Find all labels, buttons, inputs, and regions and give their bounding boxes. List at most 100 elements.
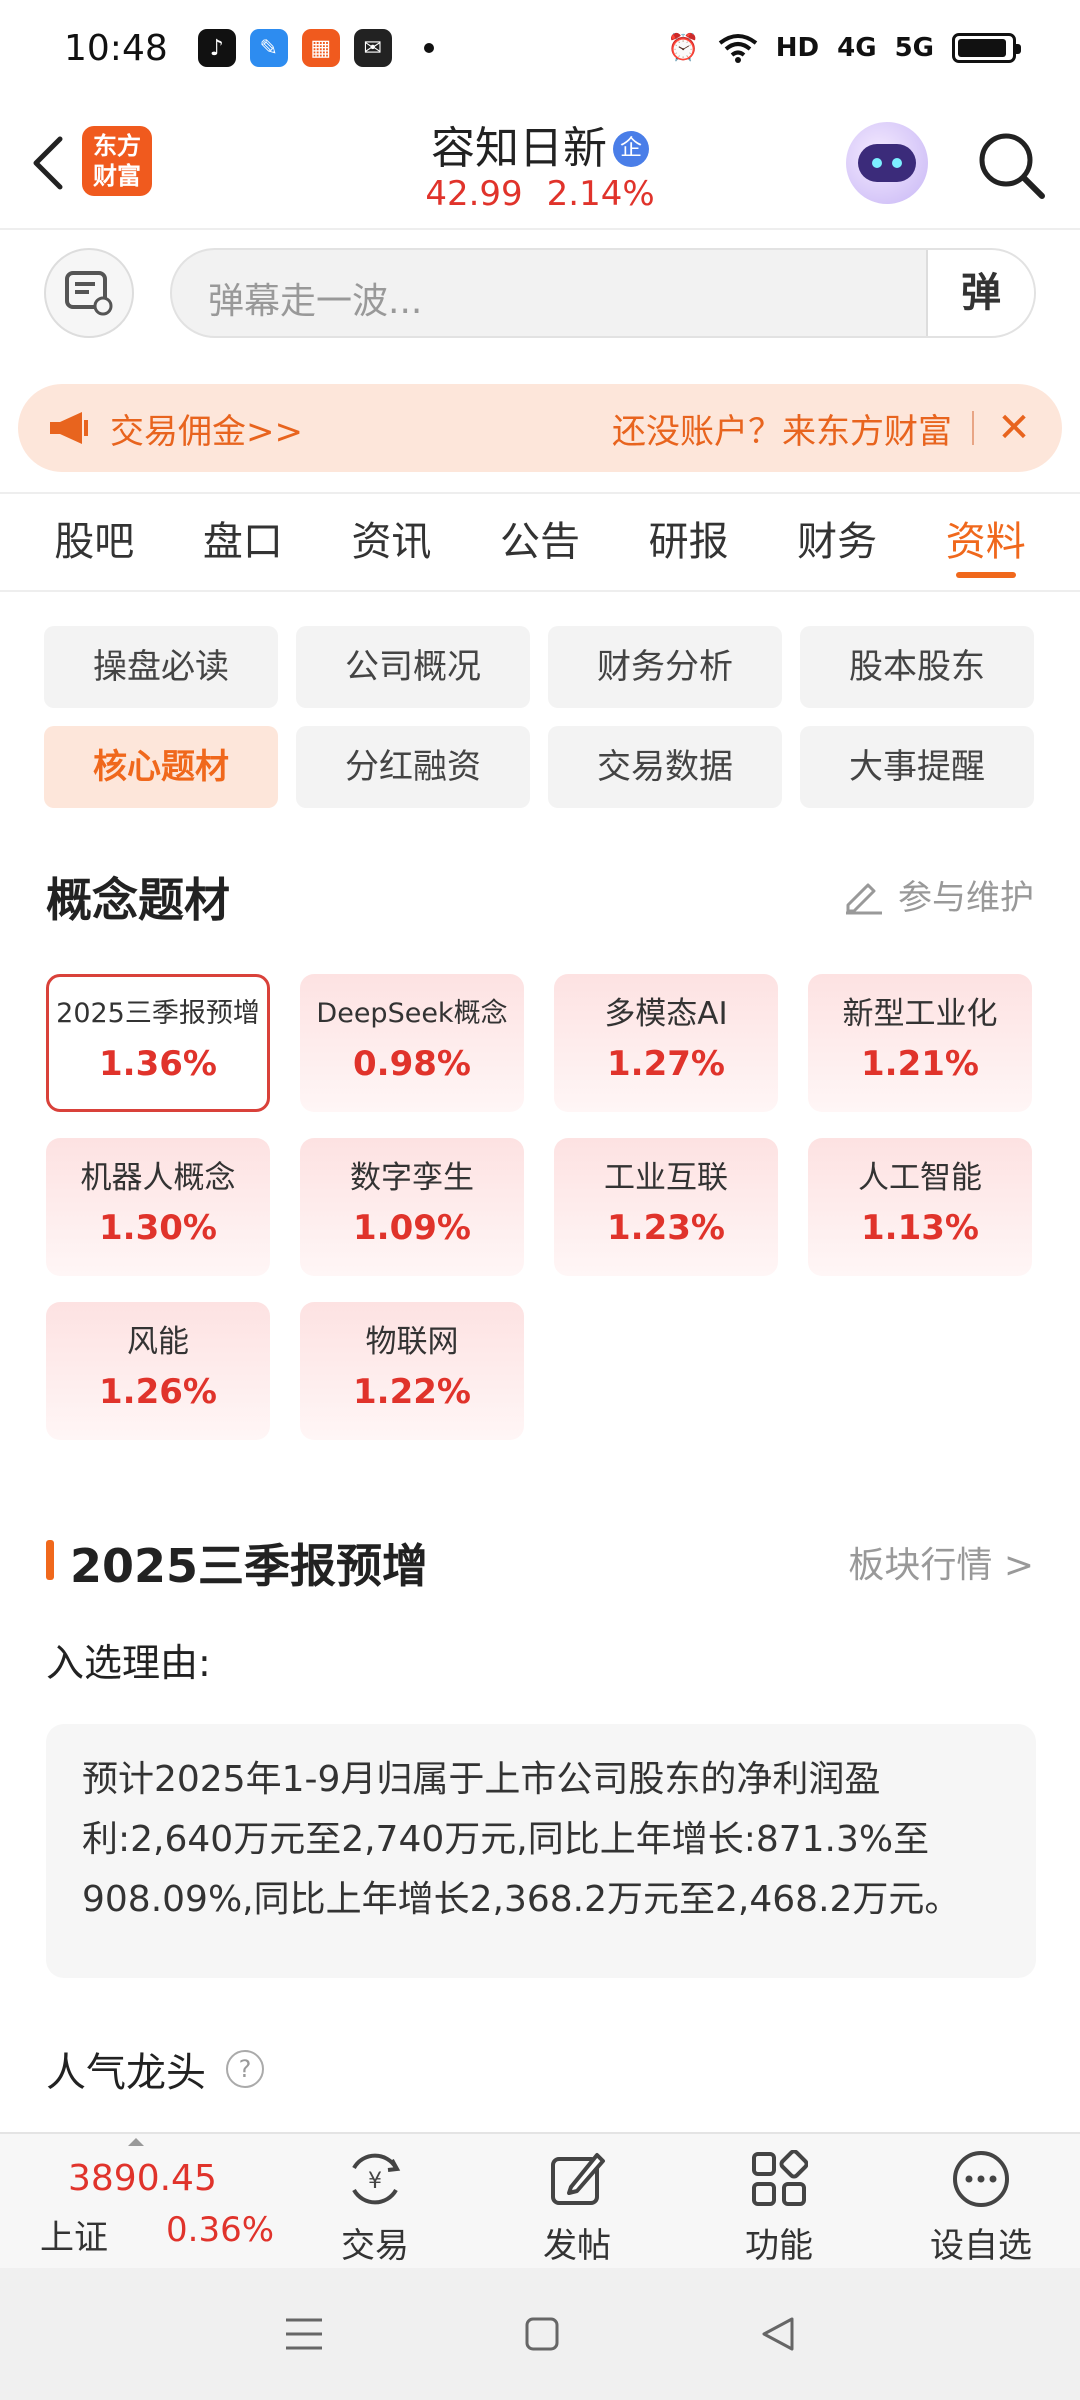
concept-card[interactable]: 2025三季报预增 1.36% xyxy=(46,974,270,1112)
concept-card[interactable]: 新型工业化 1.21% xyxy=(808,974,1032,1112)
index-name: 上证 xyxy=(40,2218,108,2258)
signal-5g-icon: 5G xyxy=(894,33,934,63)
concept-pct: 1.21% xyxy=(861,1044,979,1084)
apps-grid-icon xyxy=(752,2150,808,2206)
search-icon xyxy=(979,133,1045,199)
index-change-pct: 0.36% xyxy=(166,2210,275,2250)
assistant-robot-icon[interactable] xyxy=(846,122,928,204)
tab-news[interactable]: 资讯 xyxy=(317,494,466,590)
grid-app-icon: ▦ xyxy=(301,29,340,67)
subnav-shareholders[interactable]: 股本股东 xyxy=(800,626,1034,708)
concept-card[interactable]: 多模态AI 1.27% xyxy=(554,974,778,1112)
stock-price: 42.99 xyxy=(425,174,523,214)
subnav-core-themes[interactable]: 核心题材 xyxy=(44,726,278,808)
add-watchlist-button[interactable]: 设自选 xyxy=(906,2144,1056,2266)
index-value: 3890.45 xyxy=(68,2158,217,2199)
concept-card[interactable]: 数字孪生 1.09% xyxy=(300,1138,524,1276)
more-dots-icon xyxy=(953,2151,1009,2207)
concept-name: 物联网 xyxy=(365,1324,459,1360)
concept-pct: 1.22% xyxy=(353,1372,471,1412)
concept-pct: 1.23% xyxy=(607,1208,725,1248)
feather-app-icon: ✎ xyxy=(249,29,288,67)
caret-up-icon xyxy=(128,2138,144,2146)
stock-name: 容知日新 xyxy=(431,123,607,174)
close-icon[interactable]: ✕ xyxy=(994,405,1034,451)
promo-divider xyxy=(972,411,974,445)
more-notifications-icon xyxy=(423,43,434,53)
barrage-input[interactable]: 弹幕走一波... 弹 xyxy=(170,248,1036,338)
concept-card[interactable]: DeepSeek概念 0.98% xyxy=(300,974,524,1112)
concept-section-title: 概念题材 xyxy=(46,873,230,927)
battery-icon xyxy=(952,33,1021,63)
concept-name: 人工智能 xyxy=(858,1160,982,1196)
features-label: 功能 xyxy=(745,2226,813,2266)
bottom-toolbar: 3890.45 上证 0.36% ¥ 交易 发帖 功能 设自选 xyxy=(0,2132,1080,2268)
tab-finance[interactable]: 财务 xyxy=(763,494,912,590)
add-watchlist-label: 设自选 xyxy=(930,2226,1032,2266)
section-accent-bar xyxy=(46,1540,54,1580)
promo-banner[interactable]: 交易佣金>> 还没账户？来东方财富 ✕ xyxy=(18,384,1062,472)
svg-text:¥: ¥ xyxy=(368,2169,382,2194)
post-button[interactable]: 发帖 xyxy=(502,2144,652,2266)
subnav-company-overview[interactable]: 公司概况 xyxy=(296,626,530,708)
maintain-button[interactable]: 参与维护 xyxy=(842,870,1034,919)
subnav-trading-data[interactable]: 交易数据 xyxy=(548,726,782,808)
system-nav-bar xyxy=(0,2268,1080,2400)
alarm-icon: ⏰ xyxy=(667,33,700,63)
features-button[interactable]: 功能 xyxy=(704,2144,854,2266)
concept-name: 工业互联 xyxy=(604,1160,728,1196)
tab-pankou[interactable]: 盘口 xyxy=(169,494,318,590)
concept-pct: 1.13% xyxy=(861,1208,979,1248)
concept-name: 多模态AI xyxy=(604,996,728,1032)
stock-header: 东方财富 容知日新企 42.99 2.14% xyxy=(0,96,1080,230)
concept-pct: 0.98% xyxy=(353,1044,471,1084)
tab-profile[interactable]: 资料 xyxy=(911,494,1060,590)
search-button[interactable] xyxy=(974,128,1048,202)
home-square-icon[interactable] xyxy=(524,2316,560,2352)
concept-card[interactable]: 风能 1.26% xyxy=(46,1302,270,1440)
concept-card[interactable]: 人工智能 1.13% xyxy=(808,1138,1032,1276)
concept-name: 2025三季报预增 xyxy=(56,998,260,1029)
wifi-icon xyxy=(718,34,758,63)
subnav-dividends[interactable]: 分红融资 xyxy=(296,726,530,808)
tiktok-icon: ♪ xyxy=(197,29,236,67)
concept-card[interactable]: 机器人概念 1.30% xyxy=(46,1138,270,1276)
tab-guba[interactable]: 股吧 xyxy=(20,494,169,590)
detail-section-title: 2025三季报预增 xyxy=(70,1539,429,1593)
stock-change-pct: 2.14% xyxy=(546,174,655,214)
subnav-must-read[interactable]: 操盘必读 xyxy=(44,626,278,708)
popular-leaders-heading: 人气龙头 ? xyxy=(46,2040,264,2098)
concept-pct: 1.09% xyxy=(353,1208,471,1248)
status-bar: 10:48 ♪ ✎ ▦ ✉ ⏰ HD 4G 5G xyxy=(0,0,1080,96)
trade-label: 交易 xyxy=(341,2226,409,2266)
subnav-financial-analysis[interactable]: 财务分析 xyxy=(548,626,782,708)
concept-name: 数字孪生 xyxy=(350,1160,474,1196)
concept-pct: 1.36% xyxy=(99,1044,217,1084)
barrage-placeholder: 弹幕走一波... xyxy=(208,281,423,322)
promo-open-account-link[interactable]: 还没账户？来东方财富 xyxy=(612,404,952,453)
concept-grid: 2025三季报预增 1.36% DeepSeek概念 0.98% 多模态AI 1… xyxy=(46,974,1036,1440)
promo-commission-link[interactable]: 交易佣金>> xyxy=(110,404,303,453)
barrage-row: 弹幕走一波... 弹 xyxy=(0,246,1080,342)
help-icon[interactable]: ? xyxy=(226,2050,264,2088)
trade-button[interactable]: ¥ 交易 xyxy=(300,2144,450,2266)
concept-card[interactable]: 工业互联 1.23% xyxy=(554,1138,778,1276)
menu-icon[interactable] xyxy=(284,2316,324,2352)
concept-name: 风能 xyxy=(127,1324,189,1360)
tab-research[interactable]: 研报 xyxy=(614,494,763,590)
sector-quote-link[interactable]: 板块行情 > xyxy=(848,1536,1034,1588)
trade-icon: ¥ xyxy=(352,2153,401,2205)
notification-icons: ♪ ✎ ▦ ✉ xyxy=(197,29,434,67)
barrage-toggle-button[interactable]: 弹 xyxy=(926,250,1034,336)
index-ticker[interactable]: 3890.45 上证 0.36% xyxy=(36,2134,276,2270)
subnav-events[interactable]: 大事提醒 xyxy=(800,726,1034,808)
concept-card[interactable]: 物联网 1.22% xyxy=(300,1302,524,1440)
barrage-settings-button[interactable] xyxy=(44,248,134,338)
back-triangle-icon[interactable] xyxy=(760,2315,796,2353)
concept-name: DeepSeek概念 xyxy=(316,998,508,1029)
compose-icon xyxy=(551,2153,605,2205)
megaphone-icon xyxy=(50,412,88,444)
reason-label: 入选理由: xyxy=(46,1641,211,1685)
concept-name: 机器人概念 xyxy=(80,1160,236,1196)
tab-announcements[interactable]: 公告 xyxy=(466,494,615,590)
